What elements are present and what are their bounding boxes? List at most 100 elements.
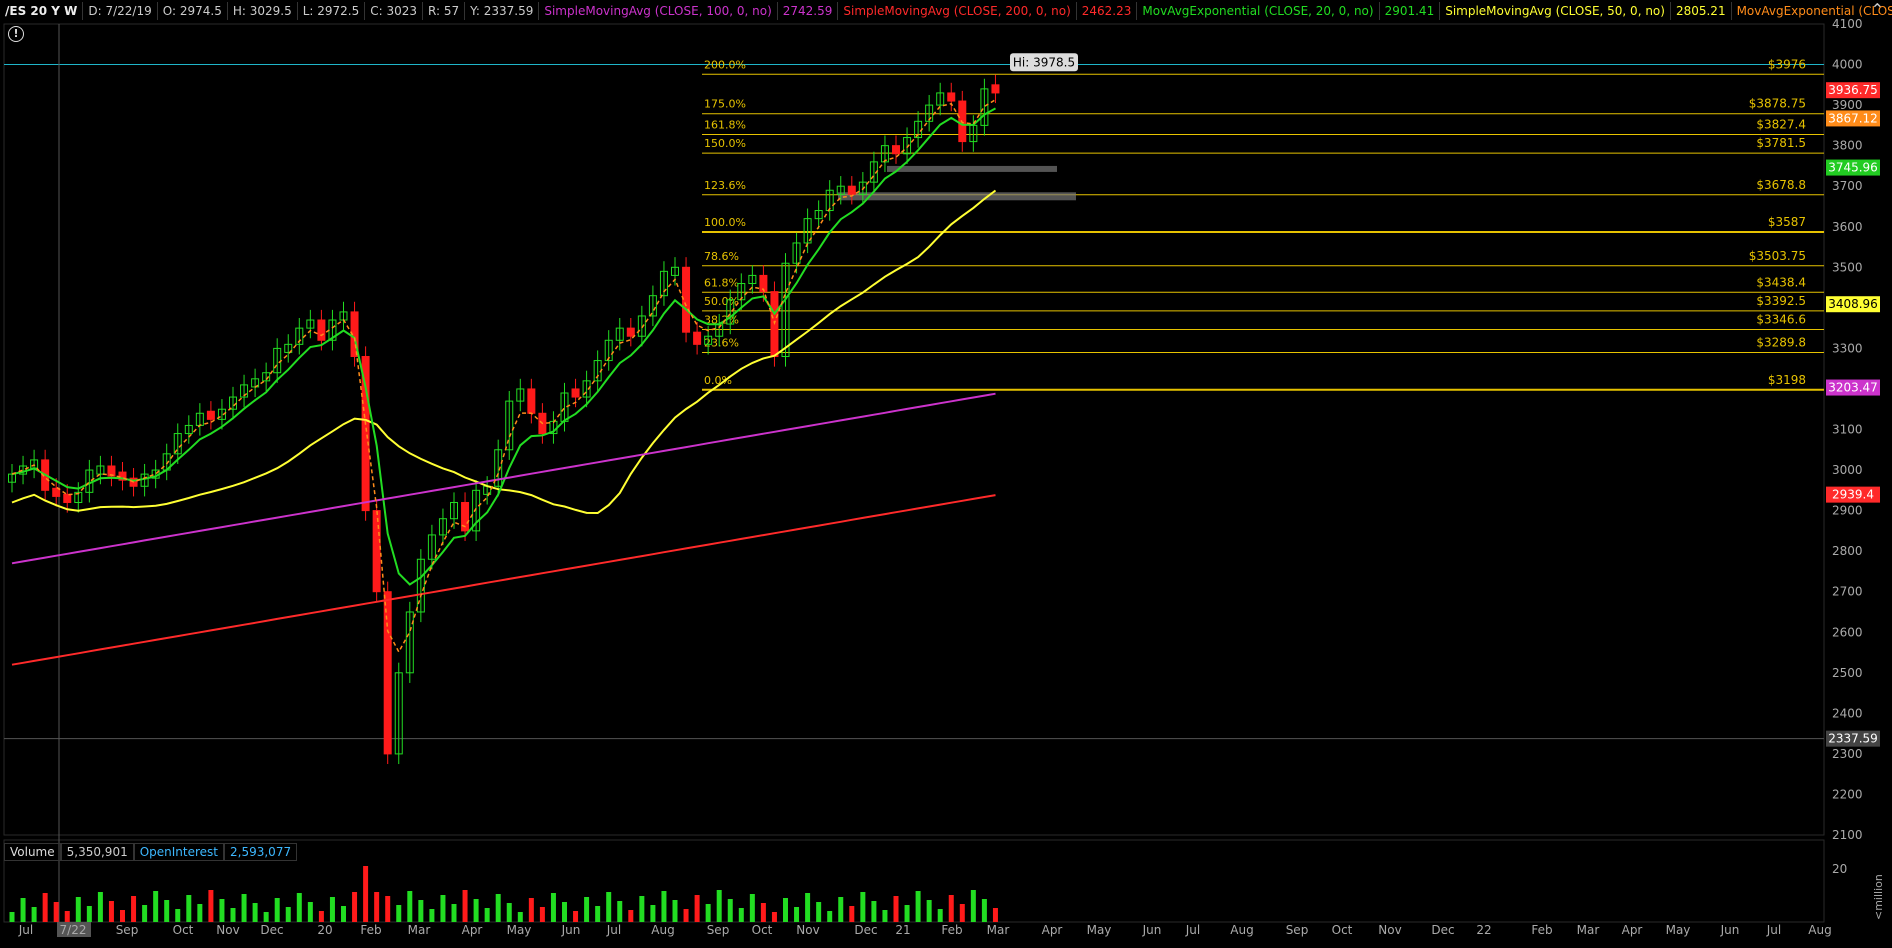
volume-bar [694, 895, 700, 922]
volume-bar [418, 900, 424, 922]
time-axis-label: Mar [408, 923, 431, 937]
time-axis-label: Feb [941, 923, 962, 937]
candle-body [693, 331, 702, 345]
price-axis-label: 2900 [1832, 504, 1863, 518]
chart-canvas[interactable]: 4100400039003800370036003500340033003200… [0, 0, 1892, 948]
volume-bar [517, 912, 523, 922]
time-axis-label: Apr [1042, 923, 1063, 937]
volume-bar [64, 911, 70, 922]
sma200-line [11, 494, 996, 666]
price-tag-value: 3867.12 [1828, 111, 1878, 125]
time-axis-label: Nov [216, 923, 239, 937]
time-axis-label: Jun [561, 923, 581, 937]
open-interest-value: 2,593,077 [224, 843, 298, 861]
study-sma200[interactable]: SimpleMovingAvg (CLOSE, 200, 0, no) [838, 2, 1077, 20]
volume-bar [142, 905, 148, 922]
fib-level-price: $3878.75 [1749, 97, 1806, 111]
price-axis-label: 2200 [1832, 787, 1863, 801]
alert-icon[interactable]: ! [8, 26, 24, 42]
volume-bar [992, 908, 998, 922]
volume-bar [175, 909, 181, 922]
symbol-label[interactable]: /ES 20 Y W [0, 2, 84, 20]
time-axis-label: May [507, 923, 532, 937]
candle-body [527, 388, 536, 414]
volume-bar [528, 898, 534, 922]
time-axis-label: 7/22 [60, 923, 87, 937]
volume-bar [639, 896, 645, 922]
price-tag-value: 2939.4 [1832, 488, 1874, 502]
volume-bar [296, 893, 302, 922]
volume-bar [827, 911, 833, 922]
study-ema8[interactable]: MovAvgExponential (CLOSE, 8,... [1732, 2, 1892, 20]
study-sma50[interactable]: SimpleMovingAvg (CLOSE, 50, 0, no) [1440, 2, 1671, 20]
bar-close: C: 3023 [365, 2, 424, 20]
candle-body [63, 493, 72, 503]
price-axis-label: 2500 [1832, 666, 1863, 680]
volume-bar [628, 910, 634, 922]
volume-bar [131, 896, 137, 922]
volume-unit-label: <million [1872, 874, 1885, 920]
price-axis-label: 2800 [1832, 544, 1863, 558]
collapse-icon[interactable]: ⌃ [1871, 0, 1884, 19]
volume-bar [937, 909, 943, 922]
study-ema20[interactable]: MovAvgExponential (CLOSE, 20, 0, no) [1137, 2, 1380, 20]
gray-zone [838, 192, 1076, 201]
time-axis-label: Jul [1766, 923, 1781, 937]
volume-bar [53, 902, 59, 922]
candle-body [383, 591, 392, 755]
fib-level-price: $3503.75 [1749, 249, 1806, 263]
volume-bar [274, 898, 280, 922]
volume-bar [75, 897, 81, 922]
fib-level-pct: 175.0% [704, 98, 746, 111]
volume-bar [805, 893, 811, 922]
bar-date: D: 7/22/19 [83, 2, 158, 20]
volume-bar [760, 903, 766, 922]
cursor-y: Y: 2337.59 [465, 2, 540, 20]
volume-bar [595, 906, 601, 922]
bar-open: O: 2974.5 [158, 2, 228, 20]
volume-bar [440, 895, 446, 922]
price-axis-label: 4000 [1832, 58, 1863, 72]
fib-level-pct: 23.6% [704, 337, 739, 350]
time-axis-label: Mar [1577, 923, 1600, 937]
volume-bar [352, 892, 358, 922]
volume-bar [473, 899, 479, 922]
volume-bar [429, 909, 435, 922]
volume-bar [860, 892, 866, 922]
fib-level-price: $3392.5 [1756, 294, 1806, 308]
fib-level-price: $3781.5 [1756, 136, 1806, 150]
volume-bar [407, 891, 413, 922]
candle-body [991, 84, 1000, 94]
volume-label[interactable]: Volume [4, 843, 61, 861]
price-axis-label: 3000 [1832, 463, 1863, 477]
fib-level-pct: 150.0% [704, 137, 746, 150]
time-axis-label: Feb [360, 923, 381, 937]
study-ema20-value: 2901.41 [1380, 2, 1441, 20]
volume-bar [31, 907, 37, 922]
study-sma100[interactable]: SimpleMovingAvg (CLOSE, 100, 0, no) [539, 2, 778, 20]
time-axis-label: Aug [1230, 923, 1253, 937]
open-interest-label[interactable]: OpenInterest [133, 843, 225, 861]
volume-bar [484, 908, 490, 922]
time-axis-label: Oct [752, 923, 773, 937]
price-tag-value: 3203.47 [1828, 381, 1878, 395]
volume-bar [9, 912, 15, 922]
price-axis-label: 2100 [1832, 828, 1863, 842]
time-axis-label: Feb [1531, 923, 1552, 937]
time-axis-label: Dec [854, 923, 877, 937]
volume-bar [716, 890, 722, 922]
time-axis-label: May [1666, 923, 1691, 937]
fib-level-price: $3678.8 [1756, 178, 1806, 192]
fib-level-price: $3827.4 [1756, 118, 1806, 132]
volume-bar [849, 906, 855, 922]
time-axis-label: Jul [18, 923, 33, 937]
volume-bar [783, 898, 788, 922]
hi-label: Hi: 3978.5 [1013, 55, 1075, 69]
time-axis-label: 21 [895, 923, 910, 937]
candle-body [947, 92, 956, 102]
volume-bar [208, 890, 214, 922]
volume-bar [959, 904, 965, 922]
volume-bar [20, 898, 26, 922]
volume-bar [396, 905, 402, 922]
volume-bar [882, 910, 888, 922]
